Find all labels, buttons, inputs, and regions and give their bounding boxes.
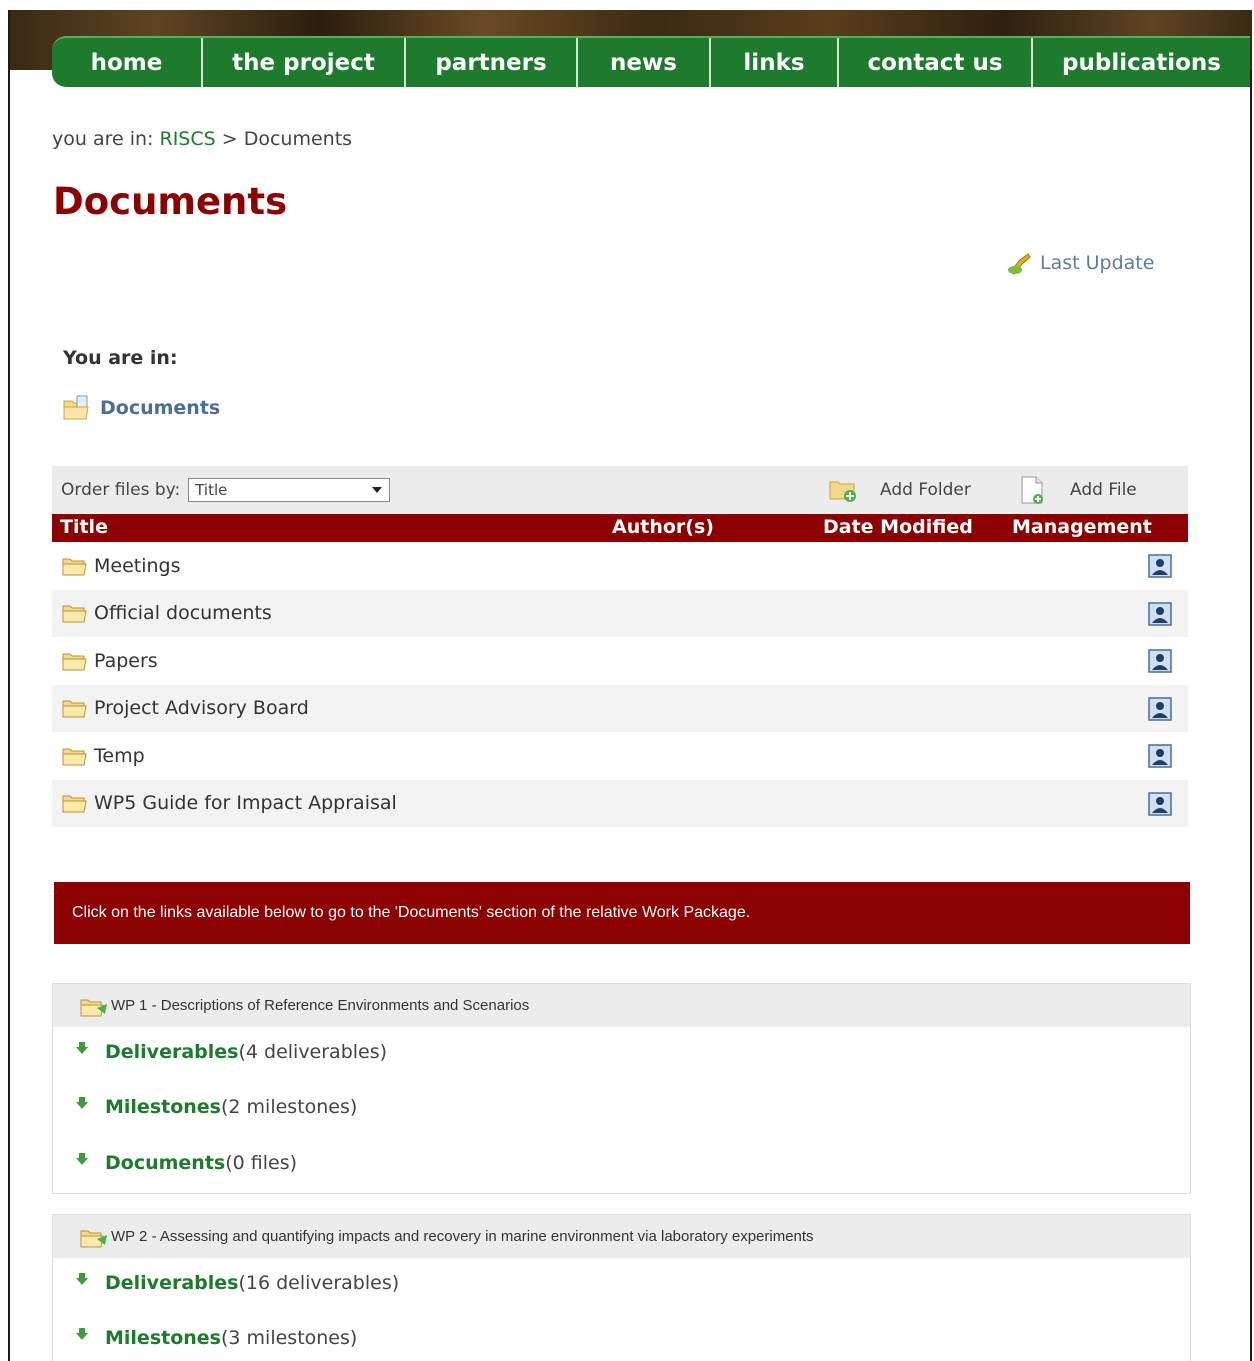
folder-icon [62, 653, 87, 671]
folder-icon [62, 795, 87, 813]
open-folder-icon [63, 395, 89, 420]
nav-publications[interactable]: publications [1033, 38, 1250, 87]
nav-links[interactable]: links [711, 38, 839, 87]
green-arrow-icon [76, 1153, 88, 1165]
folder-icon [62, 748, 87, 766]
work-package-info-banner: Click on the links available below to go… [54, 882, 1190, 944]
last-update-label: Last Update [1040, 252, 1155, 274]
table-row: Meetings [52, 542, 1188, 590]
user-permissions-icon[interactable] [1148, 791, 1172, 816]
breadcrumb-current: Documents [243, 128, 353, 150]
documents-link[interactable]: Documents [105, 1152, 225, 1174]
user-permissions-icon[interactable] [1148, 554, 1172, 578]
work-package-title: WP 1 - Descriptions of Reference Environ… [111, 997, 530, 1014]
breadcrumb-link-riscs[interactable]: RISCS [160, 128, 216, 150]
add-file-button[interactable]: Add File [1018, 475, 1137, 505]
folder-link[interactable]: Temp [94, 745, 145, 767]
table-row: Papers [52, 637, 1188, 685]
chevron-down-icon [372, 487, 383, 493]
documents-count: (0 files) [225, 1152, 298, 1174]
page-frame-left [8, 10, 10, 1361]
breadcrumb-separator: > [221, 128, 238, 150]
main-nav: home the project partners news links con… [52, 36, 1250, 87]
add-folder-icon [829, 481, 856, 502]
broom-icon [1008, 253, 1031, 275]
current-folder-label: Documents [100, 397, 221, 419]
table-row: WP5 Guide for Impact Appraisal [52, 779, 1188, 827]
deliverables-count: (4 deliverables) [238, 1041, 388, 1063]
file-toolbar: Order files by: Title Add Folder Add Fil… [52, 466, 1188, 514]
green-arrow-icon [76, 1273, 88, 1285]
user-permissions-icon[interactable] [1148, 601, 1172, 626]
nav-partners[interactable]: partners [406, 38, 578, 87]
green-arrow-icon [76, 1328, 88, 1340]
user-permissions-icon[interactable] [1148, 649, 1172, 673]
page-frame-right [1250, 10, 1252, 1361]
document-list: Meetings Official documents Papers Proje… [52, 542, 1188, 827]
last-update-link[interactable]: Last Update [1006, 250, 1154, 276]
nav-the-project[interactable]: the project [203, 38, 406, 87]
folder-icon [62, 605, 87, 623]
breadcrumb-prefix: you are in: [52, 128, 154, 150]
nav-home[interactable]: home [52, 38, 203, 87]
order-select[interactable]: Title [188, 478, 391, 502]
milestones-count: (2 milestones) [221, 1096, 358, 1118]
table-row: Temp [52, 732, 1188, 780]
order-label: Order files by: [61, 480, 181, 500]
list-item: Deliverables (4 deliverables) [75, 1041, 387, 1063]
column-date-modified[interactable]: Date Modified [823, 516, 973, 538]
add-file-icon [1021, 476, 1043, 504]
breadcrumb: you are in: RISCS > Documents [52, 128, 352, 150]
table-header: Title Author(s) Date Modified Management [52, 514, 1188, 542]
nav-contact-us[interactable]: contact us [839, 38, 1033, 87]
order-select-value: Title [195, 481, 228, 499]
user-permissions-icon[interactable] [1148, 744, 1172, 768]
green-arrow-icon [76, 1042, 88, 1054]
green-arrow-icon [76, 1097, 88, 1109]
folder-link[interactable]: Meetings [94, 555, 181, 577]
table-row: Project Advisory Board [52, 684, 1188, 732]
folder-icon [62, 700, 87, 718]
list-item: Deliverables (16 deliverables) [75, 1272, 399, 1294]
folder-link[interactable]: WP5 Guide for Impact Appraisal [94, 792, 397, 814]
table-row: Official documents [52, 589, 1188, 637]
location-label: You are in: [63, 347, 178, 369]
work-package-box: WP 2 - Assessing and quantifying impacts… [52, 1214, 1191, 1361]
nav-news[interactable]: news [578, 38, 711, 87]
milestones-link[interactable]: Milestones [105, 1096, 221, 1118]
list-item: Milestones (2 milestones) [75, 1096, 357, 1118]
folder-link[interactable]: Project Advisory Board [94, 697, 309, 719]
work-package-box: WP 1 - Descriptions of Reference Environ… [52, 983, 1191, 1194]
add-folder-label: Add Folder [880, 480, 971, 500]
package-folder-icon [80, 999, 107, 1016]
add-folder-button[interactable]: Add Folder [828, 477, 971, 503]
deliverables-link[interactable]: Deliverables [105, 1041, 238, 1063]
user-permissions-icon[interactable] [1148, 696, 1172, 721]
milestones-link[interactable]: Milestones [105, 1327, 221, 1349]
milestones-count: (3 milestones) [221, 1327, 358, 1349]
current-folder-link[interactable]: Documents [62, 395, 220, 421]
column-management: Management [1012, 516, 1152, 538]
column-authors[interactable]: Author(s) [612, 516, 714, 538]
work-package-title: WP 2 - Assessing and quantifying impacts… [111, 1228, 814, 1245]
list-item: Milestones (3 milestones) [75, 1327, 357, 1349]
page-title: Documents [53, 180, 288, 223]
column-title[interactable]: Title [60, 516, 108, 538]
folder-link[interactable]: Official documents [94, 602, 272, 624]
deliverables-link[interactable]: Deliverables [105, 1272, 238, 1294]
add-file-label: Add File [1070, 480, 1137, 500]
work-package-header: WP 1 - Descriptions of Reference Environ… [53, 984, 1190, 1027]
folder-link[interactable]: Papers [94, 650, 158, 672]
work-package-header: WP 2 - Assessing and quantifying impacts… [53, 1215, 1190, 1258]
deliverables-count: (16 deliverables) [238, 1272, 400, 1294]
folder-icon [62, 558, 87, 576]
list-item: Documents (0 files) [75, 1152, 297, 1174]
package-folder-icon [80, 1230, 107, 1247]
